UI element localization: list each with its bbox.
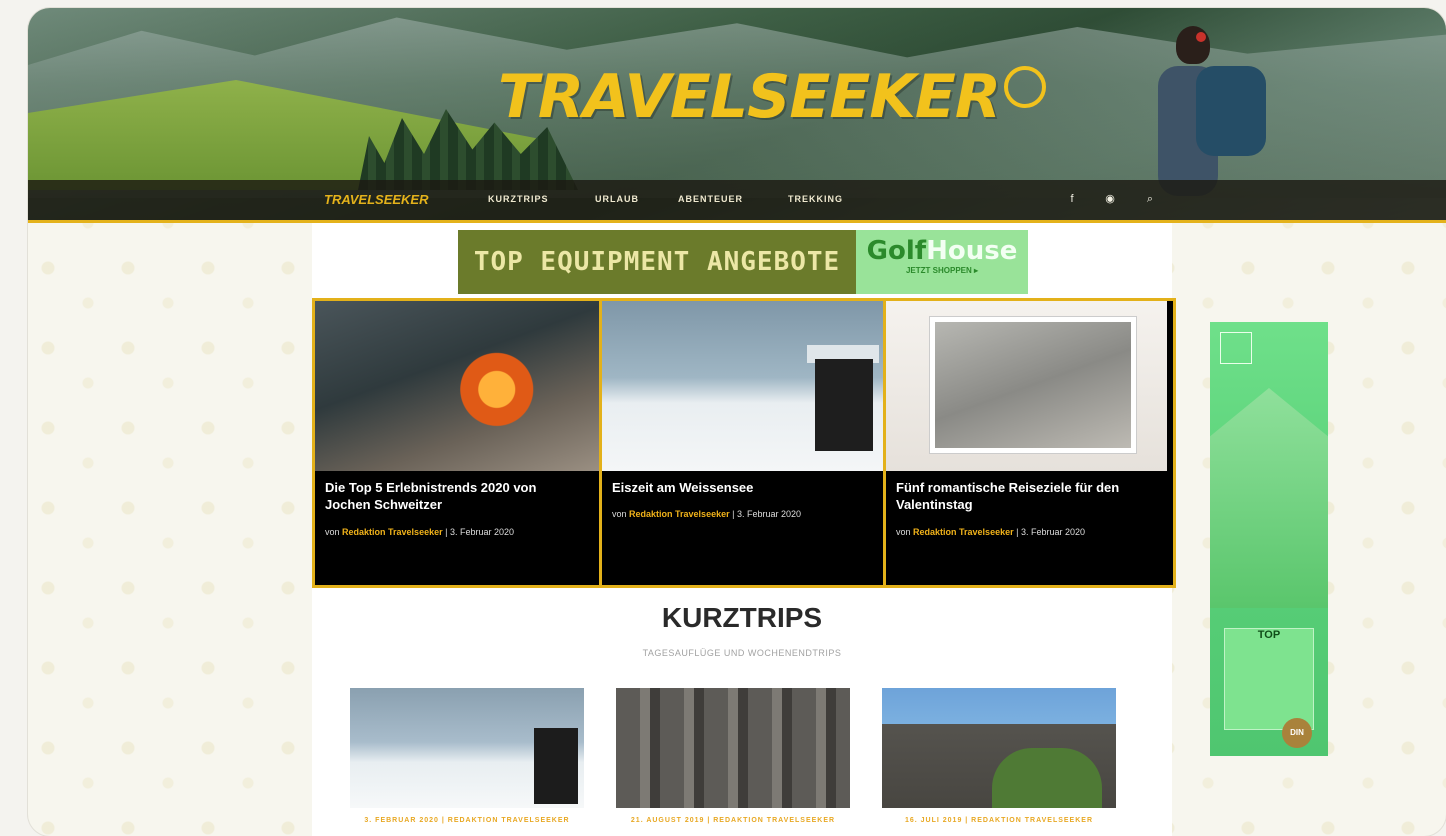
main-navbar: TRAVELSEEKER KURZTRIPS URLAUB ABENTEUER … — [28, 180, 1446, 223]
section-subtitle: TAGESAUFLÜGE UND WOCHENENDTRIPS — [642, 648, 842, 658]
trip-card[interactable]: 3. FEBRUAR 2020 | REDAKTION TRAVELSEEKER — [350, 688, 584, 824]
facebook-icon[interactable]: f — [1063, 190, 1081, 208]
hut — [815, 359, 873, 451]
trip-caption[interactable]: 3. FEBRUAR 2020 | REDAKTION TRAVELSEEKER — [350, 816, 584, 826]
nav-logo[interactable]: TRAVELSEEKER — [324, 192, 429, 207]
hiker-backpack — [1196, 66, 1266, 156]
featured-card-by: von — [612, 509, 627, 519]
featured-card-image[interactable] — [315, 301, 599, 471]
rss-icon[interactable]: ◉ — [1101, 190, 1119, 208]
golfhouse-logo: GolfHouse — [856, 238, 1028, 264]
nav-item-trekking[interactable]: TREKKING — [788, 194, 843, 204]
golfhouse-brand-part2: House — [926, 236, 1018, 266]
trip-image[interactable] — [350, 688, 584, 808]
featured-card-meta: von Redaktion Travelseeker | 3. Februar … — [896, 525, 1156, 539]
house-illustration — [1210, 388, 1328, 608]
featured-card-author[interactable]: Redaktion Travelseeker — [913, 527, 1014, 537]
trip-caption[interactable]: 21. AUGUST 2019 | REDAKTION TRAVELSEEKER — [616, 816, 850, 826]
featured-card-meta: von Redaktion Travelseeker | 3. Februar … — [325, 525, 585, 539]
golfhouse-cta[interactable]: JETZT SHOPPEN ▸ — [856, 266, 1028, 275]
nav-item-kurztrips[interactable]: KURZTRIPS — [488, 194, 549, 204]
trip-card[interactable]: 21. AUGUST 2019 | REDAKTION TRAVELSEEKER — [616, 688, 850, 824]
featured-card[interactable]: Die Top 5 Erlebnistrends 2020 von Jochen… — [315, 301, 599, 585]
featured-articles: Die Top 5 Erlebnistrends 2020 von Jochen… — [312, 298, 1176, 588]
ivy — [992, 748, 1102, 808]
hut — [534, 728, 578, 804]
hero-header: TRAVELSEEKER TRAVELSEEKER KURZTRIPS URLA… — [28, 8, 1446, 223]
trip-image[interactable] — [616, 688, 850, 808]
trip-image[interactable] — [882, 688, 1116, 808]
ad-text: TOP EQUIPMENT ANGEBOTE — [473, 247, 841, 277]
featured-card-date: | 3. Februar 2020 — [732, 509, 801, 519]
nav-item-abenteuer[interactable]: ABENTEUER — [678, 194, 743, 204]
site-logo[interactable]: TRAVELSEEKER — [498, 62, 1047, 132]
top-award-label: TOP — [1257, 629, 1281, 641]
featured-card-meta: von Redaktion Travelseeker | 3. Februar … — [612, 507, 872, 521]
featured-card-author[interactable]: Redaktion Travelseeker — [629, 509, 730, 519]
hiker-hat — [1196, 32, 1206, 42]
trip-caption[interactable]: 16. JULI 2019 | REDAKTION TRAVELSEEKER — [882, 816, 1116, 826]
browser-frame: TRAVELSEEKER TRAVELSEEKER KURZTRIPS URLA… — [28, 8, 1446, 836]
side-advertisement[interactable]: TOP DIN — [1210, 322, 1328, 756]
certification-seal: DIN — [1282, 718, 1312, 748]
featured-card[interactable]: Eiszeit am Weissensee von Redaktion Trav… — [599, 301, 883, 585]
featured-card-by: von — [896, 527, 911, 537]
ad-badge-icon — [1220, 332, 1252, 364]
site-logo-text: TRAVELSEEKER — [498, 62, 1001, 132]
section-title: KURZTRIPS — [661, 602, 823, 633]
featured-card-title[interactable]: Fünf romantische Reiseziele für den Vale… — [896, 479, 1156, 513]
featured-card-by: von — [325, 527, 340, 537]
trip-card[interactable]: 16. JULI 2019 | REDAKTION TRAVELSEEKER — [882, 688, 1116, 824]
featured-card-date: | 3. Februar 2020 — [1016, 527, 1085, 537]
featured-card-image[interactable] — [602, 301, 883, 471]
golfhouse-brand-part1: Golf — [866, 236, 927, 266]
featured-card-author[interactable]: Redaktion Travelseeker — [342, 527, 443, 537]
top-equipment-ad[interactable]: TOP EQUIPMENT ANGEBOTE GolfHouse JETZT S… — [458, 230, 1028, 294]
hiker-head — [1176, 26, 1210, 64]
search-icon[interactable]: ⌕ — [1141, 190, 1159, 208]
featured-card-date: | 3. Februar 2020 — [445, 527, 514, 537]
nav-item-urlaub[interactable]: URLAUB — [595, 194, 639, 204]
top-award-box: TOP — [1224, 628, 1314, 730]
featured-card-title[interactable]: Eiszeit am Weissensee — [612, 479, 872, 496]
logo-pin-icon — [1004, 66, 1047, 108]
golfhouse-ad-block[interactable]: GolfHouse JETZT SHOPPEN ▸ — [856, 230, 1028, 294]
featured-card-title[interactable]: Die Top 5 Erlebnistrends 2020 von Jochen… — [325, 479, 585, 513]
featured-card-image[interactable] — [886, 301, 1167, 471]
couple-photo — [930, 317, 1136, 453]
featured-card[interactable]: Fünf romantische Reiseziele für den Vale… — [883, 301, 1167, 585]
